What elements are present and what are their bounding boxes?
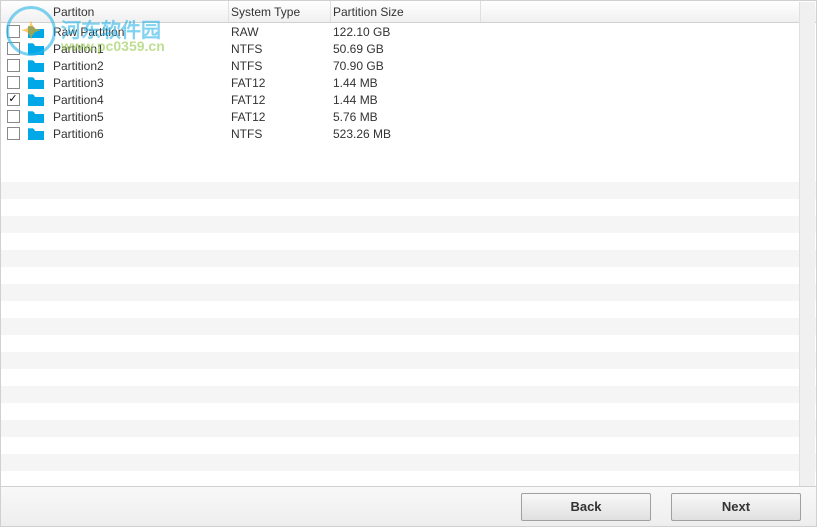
header-partition-size[interactable]: Partition Size (331, 1, 481, 22)
vertical-scrollbar[interactable] (799, 2, 815, 487)
empty-row (1, 284, 816, 301)
partition-size: 5.76 MB (331, 110, 481, 124)
partition-system-type: FAT12 (229, 110, 331, 124)
partition-name: Partition6 (51, 127, 229, 141)
table-row[interactable]: Partition1NTFS50.69 GB (1, 40, 816, 57)
back-button[interactable]: Back (521, 493, 651, 521)
partition-system-type: FAT12 (229, 93, 331, 107)
empty-rows-area (1, 142, 816, 471)
folder-icon (21, 77, 51, 89)
table-row[interactable]: Partition6NTFS523.26 MB (1, 125, 816, 142)
header-partition[interactable]: Partiton (51, 1, 229, 22)
partition-checkbox[interactable] (7, 127, 20, 140)
partition-system-type: NTFS (229, 127, 331, 141)
table-row[interactable]: Partition2NTFS70.90 GB (1, 57, 816, 74)
folder-icon (21, 26, 51, 38)
partition-name: Partition3 (51, 76, 229, 90)
partition-checkbox[interactable] (7, 110, 20, 123)
partition-system-type: FAT12 (229, 76, 331, 90)
folder-icon (21, 94, 51, 106)
partition-name: Partition5 (51, 110, 229, 124)
empty-row (1, 352, 816, 369)
partition-checkbox[interactable] (7, 93, 20, 106)
table-row[interactable]: Partition4FAT121.44 MB (1, 91, 816, 108)
table-row[interactable]: Partition5FAT125.76 MB (1, 108, 816, 125)
empty-row (1, 454, 816, 471)
empty-row (1, 420, 816, 437)
partition-system-type: NTFS (229, 59, 331, 73)
next-button[interactable]: Next (671, 493, 801, 521)
table-header-row: Partiton System Type Partition Size (1, 1, 816, 23)
partition-size: 1.44 MB (331, 93, 481, 107)
partition-checkbox[interactable] (7, 42, 20, 55)
partition-name: Partition1 (51, 42, 229, 56)
empty-row (1, 182, 816, 199)
folder-icon (21, 111, 51, 123)
folder-icon (21, 60, 51, 72)
partition-checkbox[interactable] (7, 76, 20, 89)
partition-system-type: NTFS (229, 42, 331, 56)
empty-row (1, 250, 816, 267)
partition-system-type: RAW (229, 25, 331, 39)
partition-size: 122.10 GB (331, 25, 481, 39)
partition-size: 1.44 MB (331, 76, 481, 90)
partition-name: Raw Partition (51, 25, 229, 39)
table-body: Raw PartitionRAW122.10 GBPartition1NTFS5… (1, 23, 816, 142)
empty-row (1, 216, 816, 233)
partition-checkbox[interactable] (7, 25, 20, 38)
partition-table: Partiton System Type Partition Size Raw … (1, 1, 816, 471)
table-row[interactable]: Raw PartitionRAW122.10 GB (1, 23, 816, 40)
table-row[interactable]: Partition3FAT121.44 MB (1, 74, 816, 91)
folder-icon (21, 128, 51, 140)
partition-size: 70.90 GB (331, 59, 481, 73)
header-system-type[interactable]: System Type (229, 1, 331, 22)
folder-icon (21, 43, 51, 55)
partition-size: 523.26 MB (331, 127, 481, 141)
partition-checkbox[interactable] (7, 59, 20, 72)
partition-name: Partition2 (51, 59, 229, 73)
empty-row (1, 386, 816, 403)
partition-size: 50.69 GB (331, 42, 481, 56)
empty-row (1, 318, 816, 335)
partition-name: Partition4 (51, 93, 229, 107)
navigation-button-bar: Back Next (1, 486, 816, 526)
